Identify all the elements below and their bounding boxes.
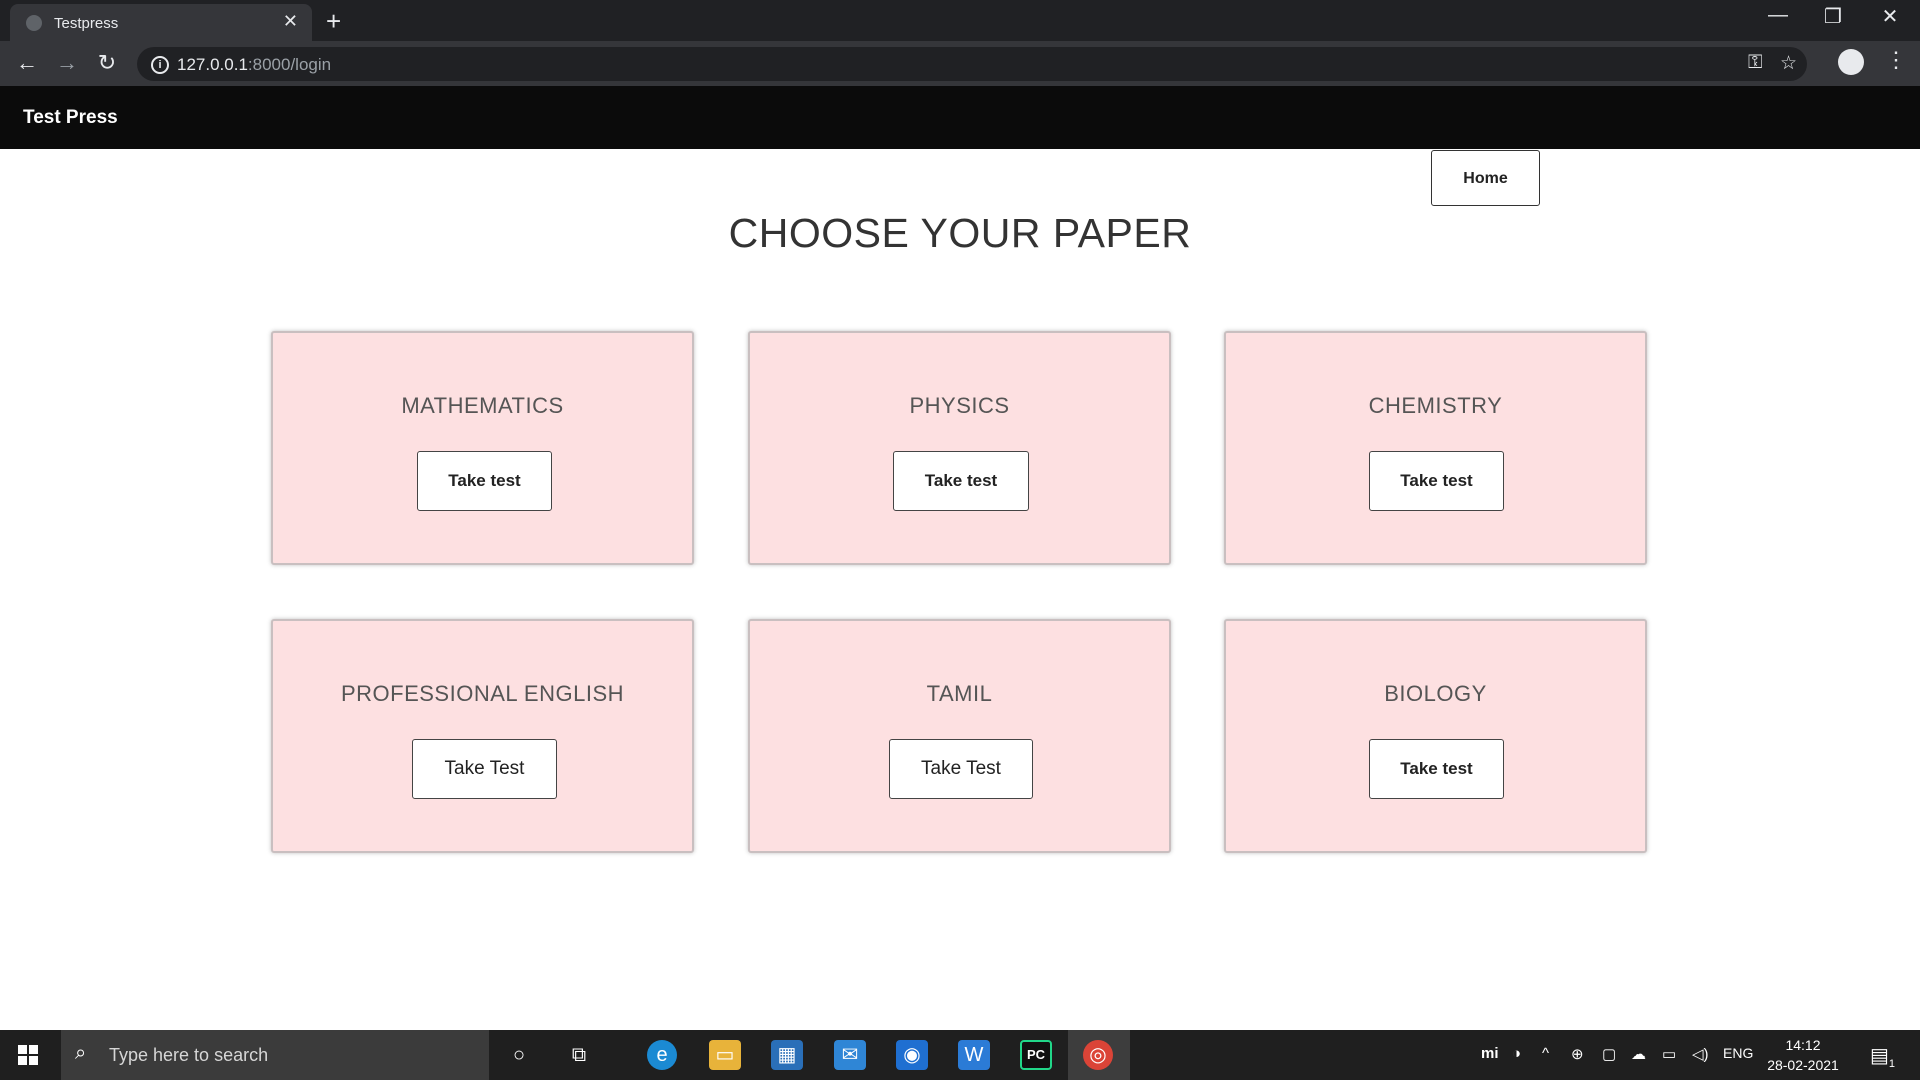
clock-time: 14:12 [1785,1037,1821,1053]
browser-tab-bar: Testpress ✕ + — ❐ ✕ [0,0,1920,41]
take-test-button[interactable]: Take Test [889,739,1033,799]
chrome-icon: ◎ [1083,1040,1113,1070]
task-view-icon[interactable]: ⧉ [563,1040,595,1070]
card-title: BIOLOGY [1384,681,1487,706]
pycharm-icon[interactable]: PC [1020,1040,1052,1070]
paper-card-professional-english: PROFESSIONAL ENGLISH Take Test [271,619,694,853]
menu-kebab-icon[interactable]: ⋮ [1885,47,1907,73]
notification-count: 1 [1888,1058,1896,1070]
paper-card-physics: PHYSICS Take test [748,331,1171,565]
card-title: PHYSICS [909,393,1010,418]
minimize-icon[interactable]: — [1758,4,1798,27]
taskbar-search[interactable]: ⌕ Type here to search [61,1030,489,1080]
card-title: CHEMISTRY [1368,393,1503,418]
take-test-button[interactable]: Take test [1369,739,1504,799]
device-icon[interactable]: ▢ [1602,1045,1616,1063]
clock-date: 28-02-2021 [1767,1057,1839,1073]
info-icon[interactable]: i [151,56,169,74]
reload-icon[interactable]: ↻ [92,50,122,76]
search-icon: ⌕ [75,1042,87,1064]
clock[interactable]: 14:12 28-02-2021 [1763,1035,1843,1075]
cloud-icon[interactable]: ☁ [1631,1045,1646,1063]
search-placeholder: Type here to search [109,1045,269,1065]
tab-favicon-icon [26,15,42,31]
cortana-icon[interactable]: ○ [503,1040,535,1070]
key-icon[interactable]: ⚿ [1748,52,1762,74]
sync-icon[interactable]: ◑ [1512,1045,1521,1062]
chrome-taskbar-item[interactable]: ◎ [1068,1030,1130,1080]
windows-taskbar: ⌕ Type here to search ○ ⧉ e ▭ ▦ ✉ ◉ W PC… [0,1030,1920,1080]
app-icon[interactable]: ◉ [896,1040,928,1070]
browser-tab[interactable]: Testpress ✕ [10,4,312,41]
store-icon[interactable]: ▦ [771,1040,803,1070]
mail-icon[interactable]: ✉ [834,1040,866,1070]
chevron-up-icon[interactable]: ^ [1542,1045,1549,1062]
paper-card-tamil: TAMIL Take Test [748,619,1171,853]
globe-icon[interactable]: ⊕ [1571,1045,1584,1063]
paper-card-mathematics: MATHEMATICS Take test [271,331,694,565]
close-tab-icon[interactable]: ✕ [283,11,298,32]
take-test-button[interactable]: Take test [417,451,552,511]
browser-toolbar: ← → ↻ i 127.0.0.1:8000/login ⚿ ☆ ⋮ [0,41,1920,86]
notification-icon[interactable]: ▤1 [1870,1043,1895,1070]
tab-title: Testpress [54,15,119,32]
home-button[interactable]: Home [1431,150,1540,206]
brand-logo[interactable]: Test Press [23,107,118,129]
star-icon[interactable]: ☆ [1780,52,1797,75]
windows-start-icon[interactable] [18,1045,38,1065]
mi-icon[interactable]: mi [1481,1045,1499,1062]
profile-avatar-icon[interactable] [1838,49,1864,75]
back-icon[interactable]: ← [12,50,42,76]
close-window-icon[interactable]: ✕ [1870,4,1910,29]
address-bar[interactable]: i 127.0.0.1:8000/login ⚿ ☆ [137,47,1807,81]
new-tab-icon[interactable]: + [326,6,341,37]
url-text[interactable]: 127.0.0.1:8000/login [177,55,331,75]
page-title: CHOOSE YOUR PAPER [728,210,1192,256]
language-indicator[interactable]: ENG [1723,1045,1753,1061]
paper-card-biology: BIOLOGY Take test [1224,619,1647,853]
forward-icon[interactable]: → [52,50,82,76]
writer-icon[interactable]: W [958,1040,990,1070]
app-navbar: Test Press [0,86,1920,149]
take-test-button[interactable]: Take test [1369,451,1504,511]
edge-icon[interactable]: e [647,1040,677,1070]
volume-icon[interactable]: ◁) [1692,1045,1709,1063]
take-test-button[interactable]: Take test [893,451,1029,511]
card-title: PROFESSIONAL ENGLISH [340,681,625,706]
battery-icon[interactable]: ▭ [1662,1045,1676,1063]
take-test-button[interactable]: Take Test [412,739,557,799]
restore-icon[interactable]: ❐ [1813,4,1853,29]
file-explorer-icon[interactable]: ▭ [709,1040,741,1070]
paper-card-chemistry: CHEMISTRY Take test [1224,331,1647,565]
card-title: MATHEMATICS [401,393,564,418]
card-title: TAMIL [926,681,993,706]
